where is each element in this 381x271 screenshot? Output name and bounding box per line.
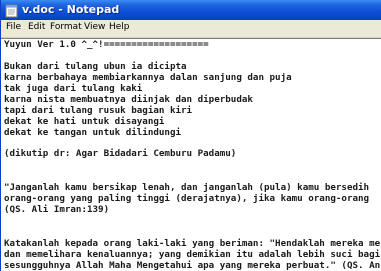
text-line: (QS. Ali Imran:139) [4,204,110,215]
text-line: orang-orang yang paling tinggi (derajatn… [4,193,370,204]
text-line: Yuyun Ver 1.0 ^_^!=================== [4,39,209,50]
text-line: (dikutip dr: Agar Bidadari Cemburu Padam… [4,148,237,159]
text-line: dekat ke hati untuk disayangi [4,116,165,127]
window-title: v.doc - Notepad [22,3,120,16]
text-line: Bukan dari tulang ubun ia dicipta [4,61,187,72]
menu-format[interactable]: Format [50,22,82,32]
text-line: tak juga dari tulang kaki [4,83,143,94]
notepad-window: v.doc - Notepad File Edit Format View He… [0,0,381,271]
notepad-icon [5,3,18,18]
text-editor-area[interactable]: Yuyun Ver 1.0 ^_^!=================== Bu… [1,38,381,271]
menu-edit[interactable]: Edit [28,22,45,32]
text-line: "Janganlah kamu bersikap lenah, dan jang… [4,182,370,193]
text-line: tapi dari tulang rusuk bagian kiri [4,105,193,116]
text-line: karna berbahaya membiarkannya dalan sanj… [4,72,292,83]
menu-help[interactable]: Help [109,22,130,32]
menu-view[interactable]: View [84,22,105,32]
title-bar[interactable]: v.doc - Notepad [1,0,381,20]
menu-file[interactable]: File [6,22,21,32]
text-line: dekat ke tangan untuk dilindungi [4,127,182,138]
text-line: dan memelihara kenaluannya; yang demikia… [4,249,381,260]
text-line: Katakanlah kepada orang laki-laki yang b… [4,238,381,249]
menu-bar: File Edit Format View Help [1,20,381,38]
text-line: sesungguhnya Allah Maha Mengetahui apa y… [4,260,381,271]
text-line: karna nista membuatnya diinjak dan diper… [4,94,253,105]
